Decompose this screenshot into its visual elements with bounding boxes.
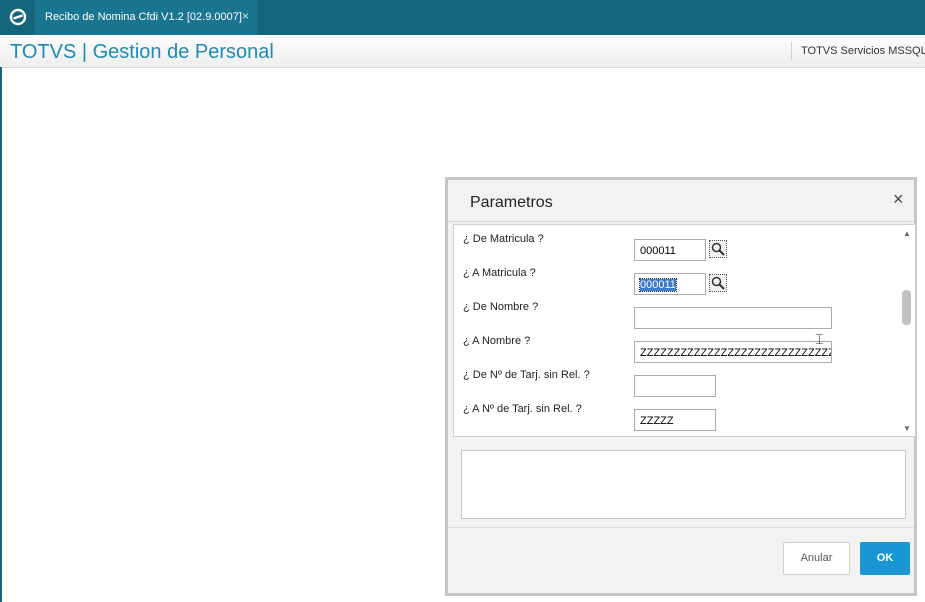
dialog-title: Parametros [470, 194, 553, 211]
param-row-a-nombre: ¿ A Nombre ? ZZZZZZZZZZZZZZZZZZZZZZZZZZZ… [454, 335, 894, 365]
header-divider [791, 42, 792, 60]
a-nombre-input[interactable]: ZZZZZZZZZZZZZZZZZZZZZZZZZZZZZ [634, 341, 832, 363]
dialog-header-divider [448, 221, 914, 222]
tab-title: Recibo de Nomina Cfdi V1.2 [02.9.0007] [45, 11, 242, 23]
app-header: TOTVS | Gestion de Personal TOTVS Servic… [0, 35, 925, 68]
scroll-thumb[interactable] [902, 290, 911, 325]
parameters-panel: ¿ De Matricula ? 000011 ¿ A Matricula ? … [453, 224, 916, 437]
server-label: TOTVS Servicios MSSQL [801, 45, 925, 57]
selected-text: 000011 [639, 278, 677, 292]
de-matricula-input[interactable]: 000011 [634, 239, 706, 261]
cancel-button[interactable]: Anular [783, 542, 850, 575]
param-label: ¿ De Nombre ? [463, 301, 539, 313]
de-nombre-input[interactable] [634, 307, 832, 329]
param-label: ¿ A Nº de Tarj. sin Rel. ? [463, 403, 582, 415]
scroll-down-icon[interactable]: ▼ [903, 424, 911, 433]
param-row-de-nombre: ¿ De Nombre ? [454, 301, 894, 331]
a-tarjeta-input[interactable]: ZZZZZ [634, 409, 716, 431]
ok-button[interactable]: OK [860, 542, 910, 575]
param-row-a-matricula: ¿ A Matricula ? 000011 [454, 267, 894, 297]
param-label: ¿ A Matricula ? [463, 267, 536, 279]
text-cursor-icon: ⌶ [815, 331, 824, 347]
left-edge-bar [0, 67, 2, 602]
param-row-de-tarjeta: ¿ De Nº de Tarj. sin Rel. ? [454, 369, 894, 399]
param-row-a-tarjeta: ¿ A Nº de Tarj. sin Rel. ? ZZZZZ [454, 403, 894, 433]
tab-recibo-nomina[interactable]: Recibo de Nomina Cfdi V1.2 [02.9.0007] × [35, 0, 257, 35]
dialog-close-icon[interactable]: × [893, 189, 904, 210]
tab-close-icon[interactable]: × [242, 9, 249, 23]
search-icon[interactable] [709, 274, 727, 292]
param-label: ¿ A Nombre ? [463, 335, 531, 347]
param-label: ¿ De Nº de Tarj. sin Rel. ? [463, 369, 590, 381]
a-matricula-input[interactable]: 000011 [634, 273, 706, 295]
help-text-box [461, 450, 906, 519]
param-label: ¿ De Matricula ? [463, 233, 544, 245]
param-row-de-matricula: ¿ De Matricula ? 000011 [454, 233, 894, 263]
parametros-dialog: Parametros × ¿ De Matricula ? 000011 ¿ A… [445, 177, 917, 596]
totvs-logo-icon[interactable] [9, 8, 27, 26]
dialog-footer-divider [448, 527, 914, 528]
scroll-up-icon[interactable]: ▲ [903, 229, 911, 238]
params-scrollbar[interactable]: ▲ ▼ [899, 225, 915, 436]
search-icon[interactable] [709, 240, 727, 258]
de-tarjeta-input[interactable] [634, 375, 716, 397]
top-tab-bar: Recibo de Nomina Cfdi V1.2 [02.9.0007] × [0, 0, 925, 35]
app-title: TOTVS | Gestion de Personal [10, 41, 274, 63]
